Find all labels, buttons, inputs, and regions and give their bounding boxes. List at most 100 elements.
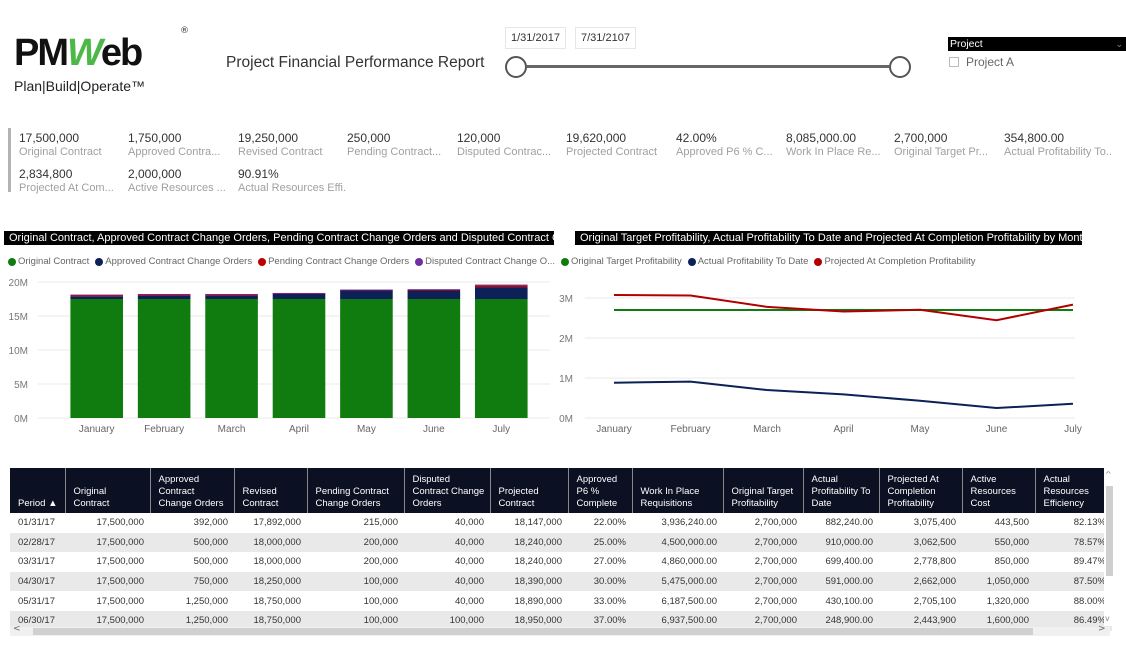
y-tick-label: 10M — [9, 346, 28, 357]
table-cell: 33.00% — [593, 595, 626, 607]
table-cell: 18,000,000 — [234, 532, 307, 553]
table-row[interactable]: 01/31/17 17,500,000 392,000 17,892,000 215,0… — [10, 513, 1112, 533]
legend-label: Projected At Completion Profitability — [824, 256, 976, 267]
table-cell: 910,000.00 — [803, 532, 879, 553]
table-cell: 6,187,500.00 — [661, 595, 717, 607]
column-header[interactable]: Disputed Contract Change Orders — [404, 468, 491, 513]
horizontal-scroll-thumb[interactable] — [33, 628, 1033, 635]
project-option[interactable]: Project A — [949, 55, 1014, 69]
date-range-start-handle[interactable] — [505, 56, 527, 78]
y-tick-label: 3M — [559, 294, 573, 305]
legend-item[interactable]: Disputed Contract Change O... — [415, 256, 555, 267]
vertical-scrollbar[interactable]: ^ v — [1104, 468, 1114, 626]
checkbox[interactable] — [949, 57, 959, 67]
column-header[interactable]: Revised Contract — [234, 468, 308, 513]
scroll-left-arrow[interactable]: < — [13, 624, 21, 634]
legend-item[interactable]: Pending Contract Change Orders — [258, 256, 409, 267]
table-cell: 3,936,240.00 — [661, 517, 717, 529]
table-row[interactable]: 04/30/17 17,500,000 750,000 18,250,000 100,0… — [10, 571, 1112, 592]
bar-segment — [474, 285, 528, 288]
end-date-input[interactable]: 7/31/2107 — [575, 27, 636, 49]
table-cell: 500,000 — [150, 532, 234, 553]
kpi-value: 1,750,000 — [128, 131, 182, 145]
table-cell: 430,100.00 — [825, 595, 873, 607]
kpi-card: 17,500,000 Original Contract — [19, 131, 127, 159]
table-cell: 2,778,800 — [913, 556, 956, 568]
x-tick-label: July — [492, 424, 510, 435]
bar-chart-legend: Original Contract Approved Contract Chang… — [8, 256, 555, 267]
column-header[interactable]: Actual Resources Efficiency — [1035, 468, 1113, 513]
kpi-value: 2,700,000 — [894, 131, 948, 145]
column-header[interactable]: Projected Contract — [490, 468, 569, 513]
table-cell: 40,000 — [454, 556, 484, 568]
legend-item[interactable]: Actual Profitability To Date — [687, 256, 808, 267]
project-dropdown-label: Project — [950, 38, 983, 50]
scroll-right-arrow[interactable]: > — [1098, 624, 1106, 634]
y-tick-label: 0M — [559, 414, 573, 425]
table-row[interactable]: 03/31/17 17,500,000 500,000 18,000,000 200,0… — [10, 552, 1112, 572]
column-header[interactable]: Projected At Completion Profitability — [879, 468, 963, 513]
table-cell: 01/31/17 — [18, 517, 55, 529]
table-cell: 04/30/17 — [10, 571, 65, 592]
table-row[interactable]: 02/28/17 17,500,000 500,000 18,000,000 200,0… — [10, 532, 1112, 553]
column-header[interactable]: Actual Profitability To Date — [803, 468, 880, 513]
table-cell: 500,000 — [193, 556, 228, 568]
legend-item[interactable]: Original Contract — [8, 256, 89, 267]
x-tick-label: June — [423, 424, 445, 435]
kpi-card: 19,620,000 Projected Contract — [566, 131, 674, 159]
bar-chart-title: Original Contract, Approved Contract Cha… — [4, 231, 554, 245]
bar-segment — [272, 299, 326, 418]
legend-dot-icon — [561, 257, 569, 266]
column-header-label: Original Target Profitability — [731, 486, 794, 509]
scroll-up-arrow[interactable]: ^ — [1105, 470, 1112, 479]
column-header[interactable]: Active Resources Cost — [962, 468, 1036, 513]
start-date-input[interactable]: 1/31/2017 — [505, 27, 566, 49]
table-cell: 78.57% — [1035, 532, 1112, 553]
column-header[interactable]: Work In Place Requisitions — [632, 468, 724, 513]
x-tick-label: January — [596, 424, 632, 435]
table-cell: 2,700,000 — [754, 595, 797, 607]
date-range-slider-track[interactable] — [527, 65, 889, 68]
bar-segment — [340, 290, 393, 299]
column-header[interactable]: Original Contract — [65, 468, 151, 513]
vertical-scroll-thumb[interactable] — [1106, 486, 1113, 576]
table-cell: 4,500,000.00 — [632, 532, 723, 553]
kpi-value: 90.91% — [238, 167, 279, 181]
y-tick-label: 15M — [9, 312, 28, 323]
table-cell: 750,000 — [150, 571, 234, 592]
scroll-down-arrow[interactable]: v — [1105, 614, 1110, 623]
legend-item[interactable]: Original Target Profitability — [561, 256, 682, 267]
legend-item[interactable]: Projected At Completion Profitability — [814, 256, 975, 267]
table-cell: 40,000 — [454, 595, 484, 607]
kpi-label: Active Resources ... — [128, 182, 226, 194]
kpi-card: 250,000 Pending Contract... — [347, 131, 455, 159]
column-header[interactable]: Approved Contract Change Orders — [150, 468, 235, 513]
table-cell: 2,705,100 — [913, 595, 956, 607]
bar-segment — [340, 299, 393, 418]
pmweb-logo: PMWeb ® Plan|Build|Operate™ — [14, 26, 194, 96]
table-cell: 27.00% — [593, 556, 626, 568]
table-cell: 87.50% — [1035, 571, 1112, 592]
table-cell: 2,662,000 — [879, 571, 962, 592]
column-header-label: Projected Contract — [498, 486, 539, 509]
table-cell: 88.00% — [1073, 595, 1106, 607]
column-header[interactable]: Period ▲ — [10, 468, 66, 513]
kpi-label: Projected At Com... — [19, 182, 114, 194]
date-range-end-handle[interactable] — [889, 56, 911, 78]
kpi-label: Original Target Pr... — [894, 146, 988, 158]
legend-item[interactable]: Approved Contract Change Orders — [95, 256, 252, 267]
column-header-label: Active Resources Cost — [970, 474, 1016, 509]
bar-segment — [474, 287, 528, 299]
column-header[interactable]: Pending Contract Change Orders — [307, 468, 405, 513]
column-header[interactable]: Original Target Profitability — [723, 468, 804, 513]
table-row[interactable]: 05/31/17 17,500,000 1,250,000 18,750,000 100… — [10, 591, 1112, 611]
project-dropdown[interactable]: Project ⌄ — [948, 37, 1126, 51]
table-cell: 89.47% — [1073, 556, 1106, 568]
sort-ascending-icon[interactable]: ▲ — [48, 498, 57, 509]
bar-segment — [205, 299, 258, 418]
kpi-value: 19,250,000 — [238, 131, 299, 145]
column-header[interactable]: Approved P6 % Complete — [568, 468, 633, 513]
legend-label: Original Target Profitability — [571, 256, 682, 267]
horizontal-scrollbar[interactable]: < > — [10, 624, 1110, 636]
table-cell: 05/31/17 — [18, 595, 55, 607]
